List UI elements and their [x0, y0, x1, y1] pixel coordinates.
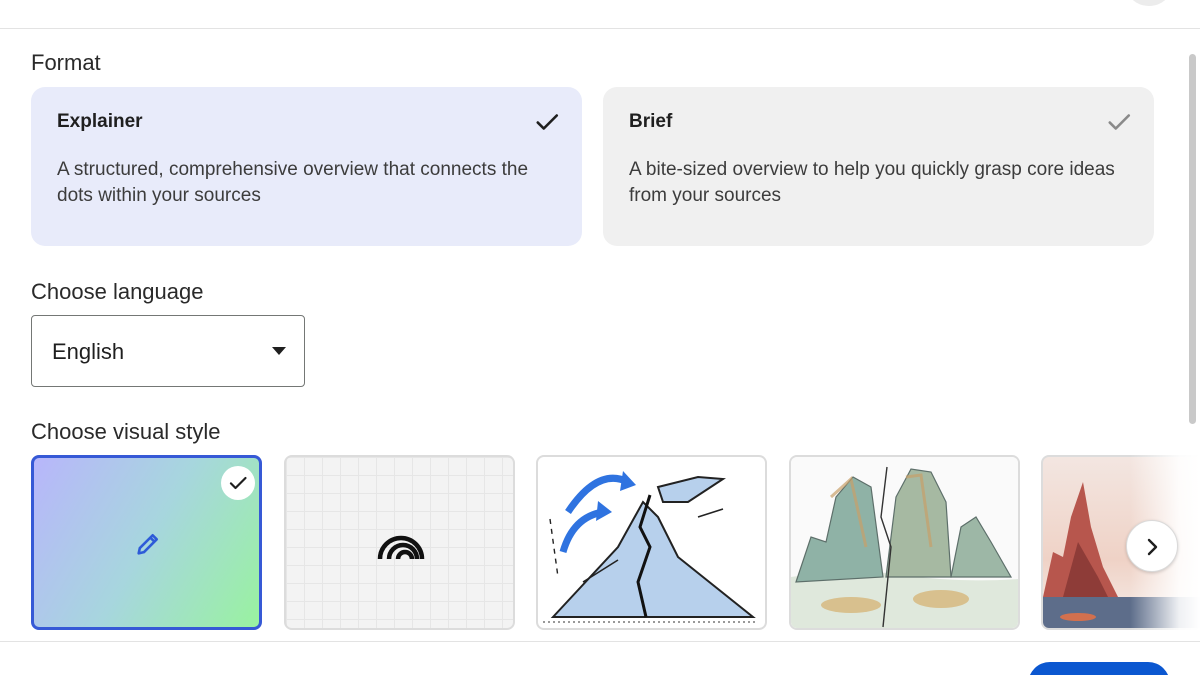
format-option-title: Brief [629, 111, 673, 132]
format-option-description: A bite-sized overview to help you quickl… [629, 159, 1115, 206]
check-icon [229, 476, 247, 490]
sketch-illustration [543, 471, 758, 623]
visual-style-label: Choose visual style [31, 419, 221, 444]
format-option-explainer[interactable]: Explainer A structured, comprehensive ov… [31, 87, 582, 246]
bottom-divider [0, 641, 1200, 642]
style-tile-auto[interactable] [284, 455, 515, 630]
generate-button[interactable] [1028, 662, 1170, 675]
style-tile-watercolor[interactable] [789, 455, 1020, 630]
language-select[interactable]: English [31, 315, 305, 387]
check-icon [1108, 114, 1131, 130]
carousel-next-button[interactable] [1126, 520, 1178, 572]
avatar[interactable] [1124, 0, 1174, 6]
check-icon [536, 114, 559, 130]
style-tile-custom[interactable] [31, 455, 262, 630]
format-label: Format [31, 50, 101, 75]
page: Format Explainer A structured, comprehen… [0, 0, 1200, 675]
watercolor-illustration [791, 457, 1018, 628]
style-tile-sketch[interactable] [536, 455, 767, 630]
dropdown-caret-icon [272, 347, 286, 355]
top-divider [0, 28, 1200, 29]
selected-check-badge [221, 466, 255, 500]
rainbow-icon [377, 535, 425, 560]
language-value: English [52, 339, 125, 364]
language-label: Choose language [31, 279, 204, 304]
scrollbar-thumb[interactable] [1189, 54, 1196, 424]
format-option-description: A structured, comprehensive overview tha… [57, 159, 529, 206]
format-option-brief[interactable]: Brief A bite-sized overview to help you … [603, 87, 1154, 246]
chevron-right-icon [1147, 538, 1158, 556]
pencil-icon [137, 533, 159, 555]
format-option-title: Explainer [57, 111, 143, 132]
